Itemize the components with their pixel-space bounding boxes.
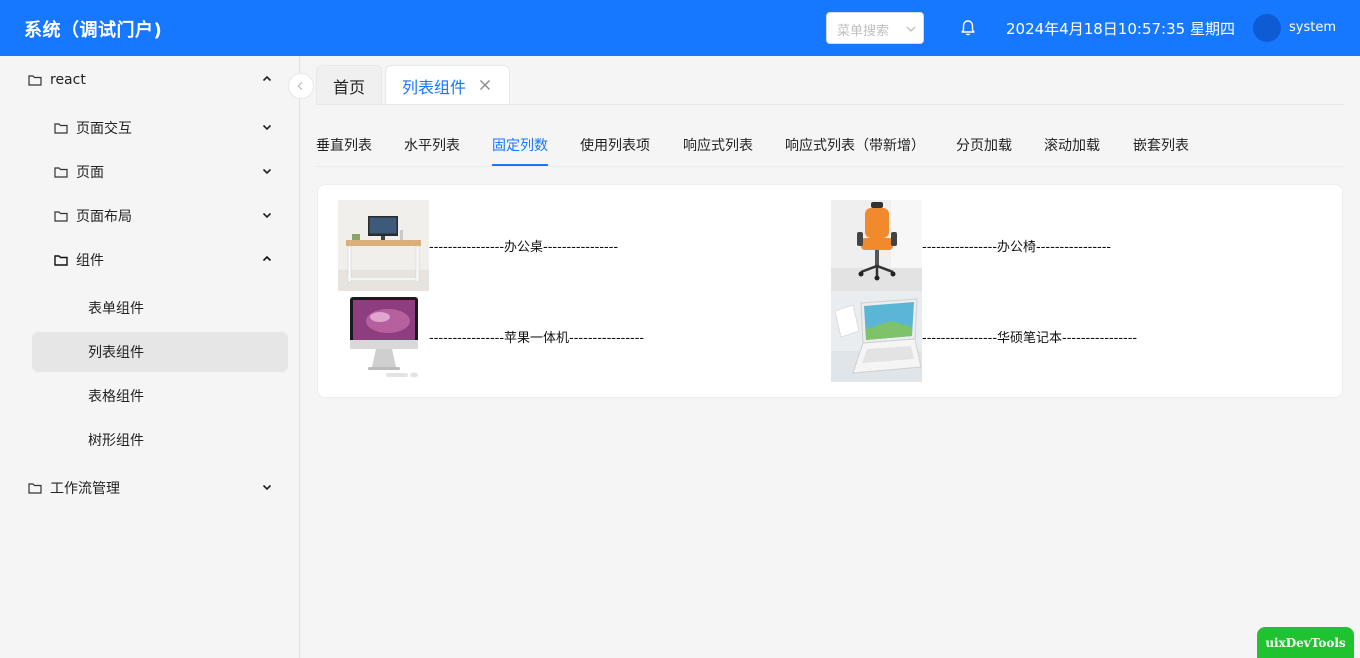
sidebar-item-react[interactable]: react [28, 60, 272, 100]
imac-image [338, 291, 429, 382]
menu-search-placeholder: 菜单搜索 [837, 24, 890, 39]
list-item[interactable]: ----------------办公桌---------------- [338, 200, 618, 291]
folder-icon [54, 211, 68, 222]
list-card: ----------------办公桌---------------- ----… [317, 184, 1343, 398]
sidebar-item-table-component[interactable]: 表格组件 [88, 376, 268, 416]
menu-search-select[interactable]: 菜单搜索 [826, 12, 924, 44]
uix-devtools-button[interactable]: uixDevTools [1257, 627, 1354, 658]
folder-icon [28, 75, 42, 86]
sidebar-item-page-layout[interactable]: 页面布局 [54, 196, 272, 236]
list-item[interactable]: ----------------华硕笔记本---------------- [831, 291, 1137, 382]
sidebar-collapse-button[interactable] [288, 73, 314, 99]
sidebar-item-label: 树形组件 [88, 433, 144, 449]
current-datetime: 2024年4月18日10:57:35 星期四 [1006, 20, 1235, 38]
sidebar-item-label: 组件 [76, 253, 104, 269]
subtab-vertical-list[interactable]: 垂直列表 [316, 135, 372, 155]
folder-icon [54, 255, 68, 266]
office-desk-image [338, 200, 429, 291]
chevron-up-icon [262, 255, 272, 262]
tab-list-component[interactable]: 列表组件 [385, 65, 510, 105]
folder-icon [54, 167, 68, 178]
sidebar-item-label: 页面交互 [76, 121, 132, 137]
sidebar-item-label: 工作流管理 [50, 481, 120, 497]
subtab-scroll-load[interactable]: 滚动加载 [1044, 135, 1100, 155]
subtab-nested-list[interactable]: 嵌套列表 [1133, 135, 1189, 155]
subtab-divider [316, 166, 1344, 167]
list-item-label: ----------------苹果一体机---------------- [429, 331, 645, 346]
chevron-left-icon [297, 81, 303, 91]
bell-icon[interactable] [959, 19, 977, 37]
tab-label: 列表组件 [402, 77, 467, 97]
list-item-label: ----------------办公桌---------------- [429, 240, 619, 255]
laptop-image [831, 291, 922, 382]
sidebar-item-label: react [50, 72, 86, 88]
subtab-fixed-columns[interactable]: 固定列数 [492, 135, 548, 155]
chevron-down-icon [262, 484, 272, 491]
sidebar-item-label: 列表组件 [88, 345, 144, 361]
sidebar: react 页面交互 页面 页面布局 组件 表单组件 列表组件 表格组件 树形组… [0, 56, 300, 658]
subtab-horizontal-list[interactable]: 水平列表 [404, 135, 460, 155]
sidebar-item-page[interactable]: 页面 [54, 152, 272, 192]
list-item-label: ----------------华硕笔记本---------------- [922, 331, 1138, 346]
subtab-list-items[interactable]: 使用列表项 [580, 135, 650, 155]
tab-label: 首页 [332, 77, 365, 97]
folder-icon [54, 123, 68, 134]
sidebar-item-components[interactable]: 组件 [54, 240, 272, 280]
username[interactable]: system [1289, 20, 1336, 35]
tab-home[interactable]: 首页 [316, 65, 382, 105]
list-item-label: ----------------办公椅---------------- [922, 240, 1112, 255]
top-header: 系统（调试门户) 菜单搜索 2024年4月18日10:57:35 星期四 sys… [0, 0, 1360, 56]
sidebar-item-label: 页面 [76, 165, 104, 181]
sidebar-item-label: 表格组件 [88, 389, 144, 405]
chevron-down-icon [262, 124, 272, 131]
avatar[interactable] [1253, 14, 1281, 42]
close-icon[interactable] [479, 79, 491, 91]
sidebar-item-form-component[interactable]: 表单组件 [88, 288, 268, 328]
sidebar-item-tree-component[interactable]: 树形组件 [88, 420, 268, 460]
app-title: 系统（调试门户) [24, 20, 163, 41]
sidebar-item-list-component[interactable]: 列表组件 [88, 332, 268, 372]
sidebar-item-workflow[interactable]: 工作流管理 [28, 468, 272, 508]
subtab-responsive-list[interactable]: 响应式列表 [683, 135, 753, 155]
chevron-up-icon [262, 75, 272, 82]
sidebar-item-label: 页面布局 [76, 209, 132, 225]
subtab-pagination-load[interactable]: 分页加载 [956, 135, 1012, 155]
folder-icon [28, 483, 42, 494]
list-item[interactable]: ----------------苹果一体机---------------- [338, 291, 644, 382]
list-item[interactable]: ----------------办公椅---------------- [831, 200, 1111, 291]
tab-bar-divider [316, 104, 1344, 105]
office-chair-image [831, 200, 922, 291]
chevron-down-icon [906, 26, 916, 32]
sidebar-item-page-interaction[interactable]: 页面交互 [54, 108, 272, 148]
chevron-down-icon [262, 212, 272, 219]
sidebar-item-label: 表单组件 [88, 301, 144, 317]
subtab-responsive-list-add[interactable]: 响应式列表（带新增） [785, 135, 925, 155]
chevron-down-icon [262, 168, 272, 175]
